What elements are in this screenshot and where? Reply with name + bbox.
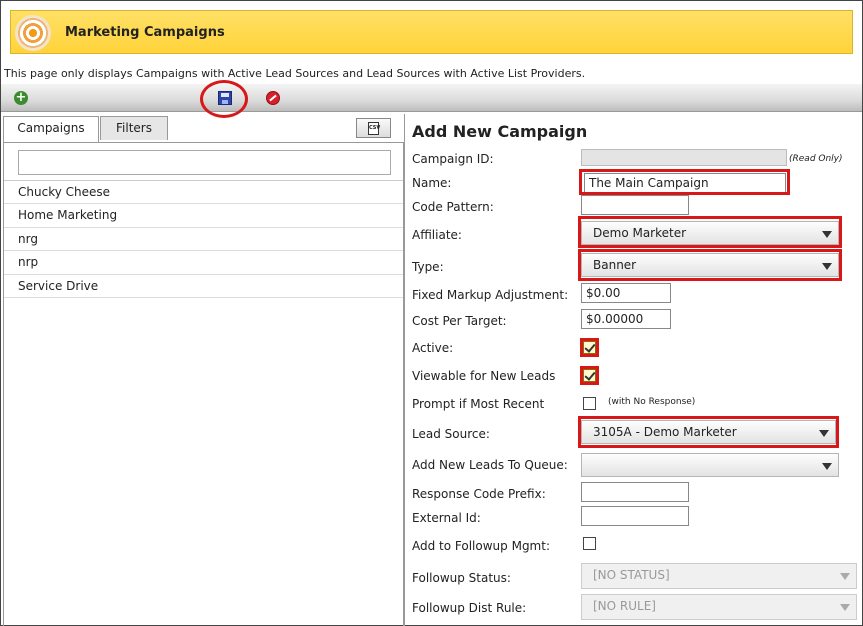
code-pattern-label: Code Pattern: <box>412 200 494 214</box>
campaign-list: Chucky Cheese Home Marketing nrg nrp Ser… <box>4 180 403 298</box>
campaign-id-field <box>581 149 787 166</box>
response-prefix-field[interactable] <box>581 482 689 502</box>
followup-dist-select[interactable]: [NO RULE] <box>581 594 857 620</box>
campaign-search-input[interactable] <box>18 150 391 175</box>
type-select[interactable]: Banner <box>581 253 839 277</box>
export-csv-button[interactable]: CSV <box>356 118 391 138</box>
fixed-markup-field[interactable]: $0.00 <box>581 283 671 303</box>
cost-per-target-label: Cost Per Target: <box>412 314 507 328</box>
list-item[interactable]: nrp <box>4 251 403 275</box>
followup-mgmt-checkbox[interactable] <box>583 537 596 550</box>
affiliate-select[interactable]: Demo Marketer <box>581 221 839 245</box>
followup-status-select[interactable]: [NO STATUS] <box>581 563 857 589</box>
page-header: Marketing Campaigns <box>10 10 853 54</box>
cost-per-target-field[interactable]: $0.00000 <box>581 309 671 329</box>
form-title: Add New Campaign <box>412 122 588 141</box>
fixed-markup-label: Fixed Markup Adjustment: <box>412 288 569 302</box>
active-label: Active: <box>412 341 454 355</box>
list-item[interactable]: nrg <box>4 228 403 252</box>
save-highlight-circle <box>200 80 248 118</box>
chevron-down-icon <box>840 573 850 580</box>
csv-file-icon: CSV <box>368 122 380 135</box>
external-id-label: External Id: <box>412 511 481 525</box>
lead-source-value: 3105A - Demo Marketer <box>593 425 737 439</box>
target-icon <box>15 15 51 51</box>
viewable-checkbox[interactable] <box>583 369 596 382</box>
campaign-list-panel: Campaigns Filters CSV Chucky Cheese Home… <box>3 114 404 626</box>
prompt-recent-checkbox[interactable] <box>583 397 596 410</box>
affiliate-label: Affiliate: <box>412 228 462 242</box>
lead-source-select[interactable]: 3105A - Demo Marketer <box>581 420 836 444</box>
chevron-down-icon <box>819 430 829 437</box>
add-to-queue-label: Add New Leads To Queue: <box>412 458 568 472</box>
campaign-id-label: Campaign ID: <box>412 152 494 166</box>
code-pattern-field[interactable] <box>581 195 689 215</box>
list-item[interactable]: Service Drive <box>4 275 403 298</box>
tab-filters[interactable]: Filters <box>100 116 168 140</box>
followup-status-value: [NO STATUS] <box>593 568 670 582</box>
name-label: Name: <box>412 176 452 190</box>
active-checkbox[interactable] <box>583 341 596 354</box>
chevron-down-icon <box>822 463 832 470</box>
type-label: Type: <box>412 260 444 274</box>
no-entry-icon[interactable] <box>266 91 280 105</box>
page-title: Marketing Campaigns <box>65 25 225 40</box>
affiliate-value: Demo Marketer <box>593 226 687 240</box>
plus-icon[interactable]: + <box>14 91 28 105</box>
followup-dist-label: Followup Dist Rule: <box>412 601 527 615</box>
chevron-down-icon <box>822 231 832 238</box>
response-prefix-label: Response Code Prefix: <box>412 487 546 501</box>
lead-source-label: Lead Source: <box>412 427 490 441</box>
info-notice: This page only displays Campaigns with A… <box>4 67 586 80</box>
followup-dist-value: [NO RULE] <box>593 599 656 613</box>
followup-status-label: Followup Status: <box>412 571 511 585</box>
prompt-recent-note: (with No Response) <box>608 397 696 407</box>
chevron-down-icon <box>822 263 832 270</box>
external-id-field[interactable] <box>581 506 689 526</box>
followup-mgmt-label: Add to Followup Mgmt: <box>412 539 550 553</box>
list-item[interactable]: Chucky Cheese <box>4 181 403 205</box>
toolbar: + <box>1 84 862 112</box>
list-item[interactable]: Home Marketing <box>4 204 403 228</box>
name-field[interactable]: The Main Campaign <box>584 173 786 193</box>
campaign-form: Add New Campaign Campaign ID: (Read Only… <box>404 114 863 626</box>
campaign-list-container: Chucky Cheese Home Marketing nrg nrp Ser… <box>3 142 404 626</box>
read-only-note: (Read Only) <box>789 154 843 164</box>
add-to-queue-select[interactable] <box>581 453 839 477</box>
viewable-label: Viewable for New Leads <box>412 369 556 383</box>
tab-campaigns[interactable]: Campaigns <box>3 116 99 142</box>
type-value: Banner <box>593 258 637 272</box>
prompt-recent-label: Prompt if Most Recent <box>412 397 545 411</box>
chevron-down-icon <box>840 604 850 611</box>
